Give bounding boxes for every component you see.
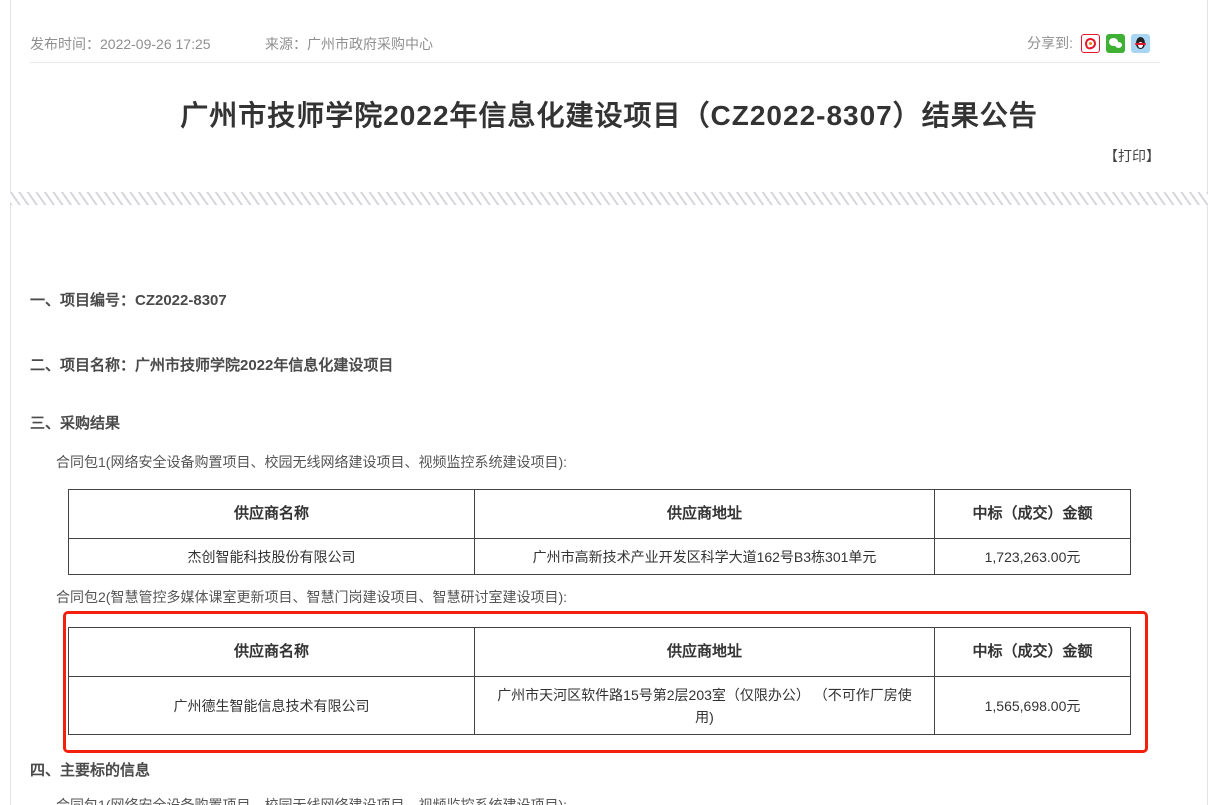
supplier-table-2: 供应商名称 供应商地址 中标（成交）金额 广州德生智能信息技术有限公司 广州市天… xyxy=(68,627,1131,735)
share-label: 分享到: xyxy=(1027,33,1073,53)
section-main-subject-info: 四、主要标的信息 xyxy=(30,759,150,780)
package-1-label: 合同包1(网络安全设备购置项目、校园无线网络建设项目、视频监控系统建设项目): xyxy=(56,452,567,472)
table-1-supplier: 杰创智能科技股份有限公司 xyxy=(69,539,475,575)
col-supplier-address: 供应商地址 xyxy=(475,628,935,677)
section-project-name: 二、项目名称：广州市技师学院2022年信息化建设项目 xyxy=(30,354,393,375)
table-1-data-row: 杰创智能科技股份有限公司 广州市高新技术产业开发区科学大道162号B3栋301单… xyxy=(69,539,1131,575)
table-1-amount: 1,723,263.00元 xyxy=(935,539,1131,575)
source-label: 来源：广州市政府采购中心 xyxy=(265,34,433,54)
share-bar: 分享到: xyxy=(1027,32,1150,54)
section-procurement-result: 三、采购结果 xyxy=(30,412,120,433)
col-supplier-address: 供应商地址 xyxy=(475,490,935,539)
table-2-address: 广州市天河区软件路15号第2层203室（仅限办公） （不可作厂房使用) xyxy=(475,677,935,735)
qq-penguin-scarf xyxy=(1135,43,1146,45)
table-2-amount: 1,565,698.00元 xyxy=(935,677,1131,735)
table-1-address: 广州市高新技术产业开发区科学大道162号B3栋301单元 xyxy=(475,539,935,575)
table-2-supplier: 广州德生智能信息技术有限公司 xyxy=(69,677,475,735)
publish-time: 发布时间：2022-09-26 17:25 xyxy=(30,34,211,54)
table-2-header-row: 供应商名称 供应商地址 中标（成交）金额 xyxy=(69,628,1131,677)
col-supplier-name: 供应商名称 xyxy=(69,628,475,677)
container-right-border xyxy=(1207,0,1208,805)
meta-divider xyxy=(30,62,1160,63)
clipped-package-1-label: 合同包1(网络安全设备购置项目、校园无线网络建设项目、视频监控系统建设项目): xyxy=(56,795,1056,805)
meta-row: 发布时间：2022-09-26 17:25 来源：广州市政府采购中心 分享到: xyxy=(30,34,1178,54)
col-supplier-name: 供应商名称 xyxy=(69,490,475,539)
section-project-number: 一、项目编号：CZ2022-8307 xyxy=(30,289,227,310)
col-award-amount: 中标（成交）金额 xyxy=(935,490,1131,539)
table-1-header-row: 供应商名称 供应商地址 中标（成交）金额 xyxy=(69,490,1131,539)
package-2-label: 合同包2(智慧管控多媒体课室更新项目、智慧门岗建设项目、智慧研讨室建设项目): xyxy=(56,587,567,607)
table-2-data-row: 广州德生智能信息技术有限公司 广州市天河区软件路15号第2层203室（仅限办公）… xyxy=(69,677,1131,735)
wechat-bubble-small-glyph xyxy=(1115,42,1122,48)
qq-share-icon[interactable] xyxy=(1131,34,1150,53)
print-button[interactable]: 【打印】 xyxy=(1104,146,1160,166)
announcement-page: 发布时间：2022-09-26 17:25 来源：广州市政府采购中心 分享到: … xyxy=(0,0,1218,805)
container-left-border xyxy=(10,0,11,805)
weibo-eye-glyph xyxy=(1084,36,1097,49)
weibo-share-icon[interactable] xyxy=(1081,34,1100,53)
hatch-divider xyxy=(10,192,1208,205)
supplier-table-1: 供应商名称 供应商地址 中标（成交）金额 杰创智能科技股份有限公司 广州市高新技… xyxy=(68,489,1131,575)
col-award-amount: 中标（成交）金额 xyxy=(935,628,1131,677)
wechat-share-icon[interactable] xyxy=(1106,34,1125,53)
page-title: 广州市技师学院2022年信息化建设项目（CZ2022-8307）结果公告 xyxy=(30,94,1188,134)
